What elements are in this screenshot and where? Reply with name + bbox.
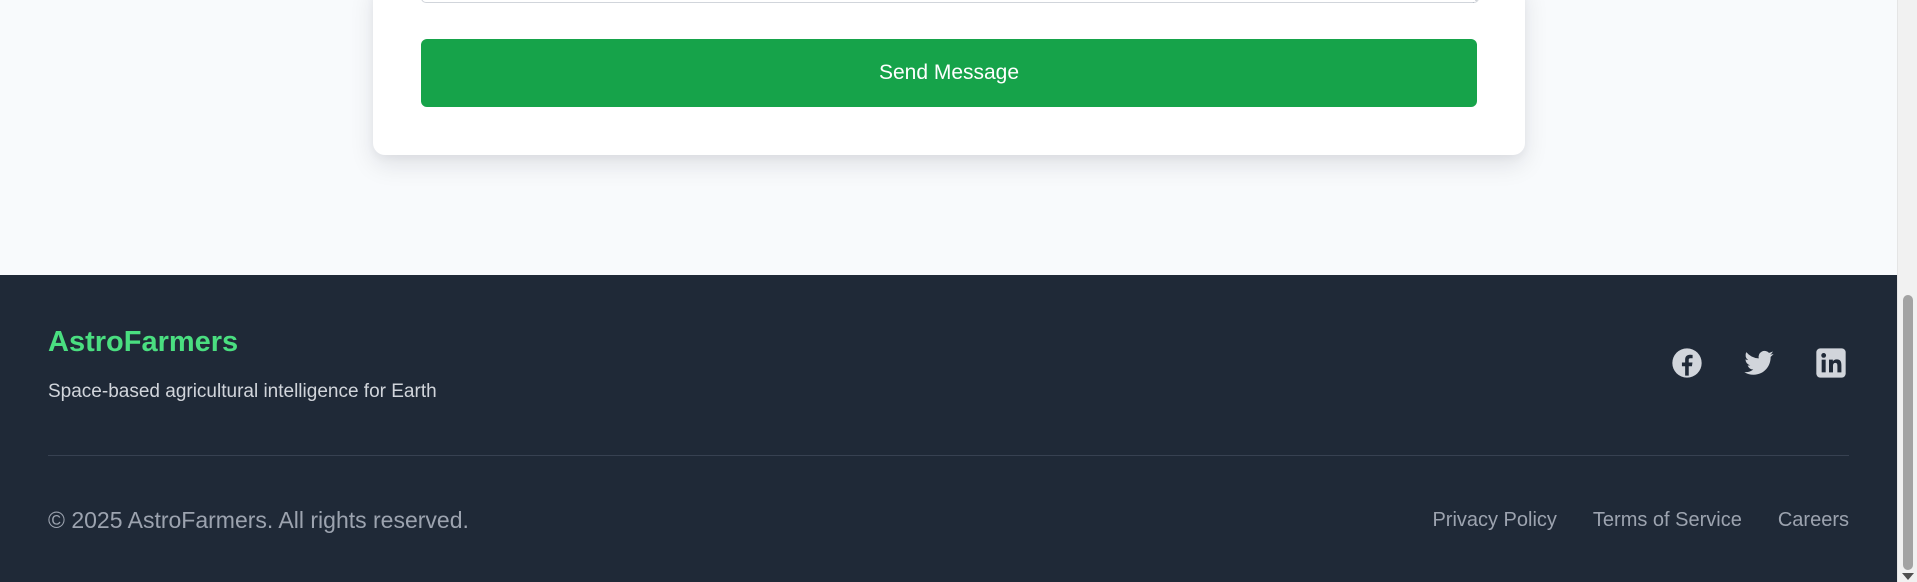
footer-brand: AstroFarmers bbox=[48, 326, 239, 358]
scrollbar-thumb[interactable] bbox=[1903, 295, 1913, 570]
contact-section: ⋰ Send Message bbox=[0, 0, 1897, 275]
footer-links: Privacy Policy Terms of Service Careers bbox=[1432, 509, 1849, 532]
footer-divider bbox=[48, 455, 1849, 456]
resize-grip-icon[interactable]: ⋰ bbox=[1472, 0, 1478, 3]
message-textarea[interactable]: ⋰ bbox=[421, 0, 1479, 3]
social-links bbox=[1669, 345, 1849, 381]
facebook-icon[interactable] bbox=[1669, 345, 1705, 381]
send-message-button[interactable]: Send Message bbox=[421, 39, 1477, 107]
twitter-icon[interactable] bbox=[1741, 345, 1777, 381]
linkedin-icon[interactable] bbox=[1813, 345, 1849, 381]
page-scrollbar[interactable] bbox=[1897, 0, 1917, 582]
page: ⋰ Send Message AstroFarmers Space-based … bbox=[0, 0, 1897, 582]
terms-of-service-link[interactable]: Terms of Service bbox=[1593, 509, 1742, 532]
footer-tagline: Space-based agricultural intelligence fo… bbox=[48, 381, 437, 402]
privacy-policy-link[interactable]: Privacy Policy bbox=[1432, 509, 1556, 532]
careers-link[interactable]: Careers bbox=[1778, 509, 1849, 532]
scroll-down-arrow-icon[interactable] bbox=[1902, 573, 1914, 580]
twitter-icon-svg bbox=[1744, 350, 1774, 375]
linkedin-icon-svg bbox=[1816, 348, 1846, 378]
site-footer: AstroFarmers Space-based agricultural in… bbox=[0, 275, 1897, 582]
copyright-text: © 2025 AstroFarmers. All rights reserved… bbox=[48, 507, 469, 533]
contact-form-card: ⋰ Send Message bbox=[373, 0, 1525, 155]
facebook-icon-svg bbox=[1672, 348, 1702, 378]
